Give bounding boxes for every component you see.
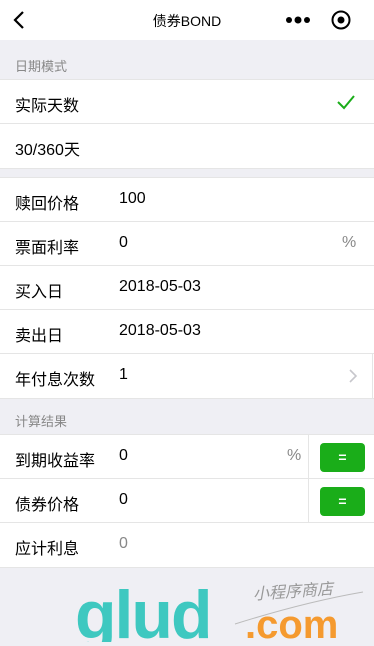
payments-per-year-picker[interactable]: 1 [119, 366, 128, 384]
check-icon [337, 95, 355, 110]
glud-watermark-logo: glud .com 小程序商店 [75, 577, 364, 642]
close-miniprogram-icon[interactable] [330, 9, 352, 31]
sell-date-picker[interactable]: 2018-05-03 [119, 322, 201, 340]
field-label: 债券价格 [15, 497, 80, 514]
date-mode-option-actual[interactable]: 实际天数 [0, 80, 374, 124]
option-label: 实际天数 [15, 98, 80, 115]
buy-date-picker[interactable]: 2018-05-03 [119, 278, 201, 296]
date-mode-header: 日期模式 [15, 59, 68, 74]
field-label: 年付息次数 [15, 372, 96, 389]
results-header: 计算结果 [15, 414, 68, 429]
divider [372, 354, 373, 398]
sell-date-row[interactable]: 卖出日 2018-05-03 [0, 310, 374, 354]
accrued-interest-value: 0 [119, 535, 128, 552]
bond-price-row: 债券价格 0 = [0, 479, 374, 523]
calculate-bond-price-button[interactable]: = [320, 487, 365, 516]
svg-text:glud: glud [75, 577, 211, 642]
more-options-icon[interactable] [284, 12, 312, 28]
date-mode-option-30-360[interactable]: 30/360天 [0, 124, 374, 168]
redemption-price-input[interactable]: 100 [119, 190, 146, 208]
results-list: 到期收益率 0 % = 债券价格 0 = 应计利息 0 [0, 434, 374, 568]
coupon-rate-row: 票面利率 0 % [0, 222, 374, 266]
redemption-price-row: 赎回价格 100 [0, 178, 374, 222]
field-label: 票面利率 [15, 240, 80, 257]
field-label: 买入日 [15, 284, 64, 301]
percent-unit: % [342, 234, 357, 251]
percent-unit: % [287, 447, 302, 464]
input-form: 赎回价格 100 票面利率 0 % 买入日 2018-05-03 卖出日 201… [0, 177, 374, 399]
svg-text:.com: .com [245, 603, 338, 642]
field-label: 到期收益率 [15, 453, 96, 470]
field-label: 卖出日 [15, 328, 64, 345]
divider [308, 435, 309, 478]
buy-date-row[interactable]: 买入日 2018-05-03 [0, 266, 374, 310]
chevron-right-icon [349, 369, 358, 383]
ytm-row: 到期收益率 0 % = [0, 435, 374, 479]
field-label: 应计利息 [15, 541, 80, 558]
payments-per-year-row[interactable]: 年付息次数 1 [0, 354, 374, 398]
navigation-bar: 债券BOND [0, 0, 374, 40]
field-label: 赎回价格 [15, 196, 80, 213]
bond-price-input[interactable]: 0 [119, 491, 128, 509]
date-mode-options: 实际天数 30/360天 [0, 79, 374, 169]
page-title: 债券BOND [152, 13, 222, 29]
divider [308, 479, 309, 522]
ytm-input[interactable]: 0 [119, 447, 128, 465]
coupon-rate-input[interactable]: 0 [119, 234, 128, 252]
accrued-interest-row: 应计利息 0 [0, 523, 374, 567]
calculate-ytm-button[interactable]: = [320, 443, 365, 472]
option-label: 30/360天 [15, 142, 80, 159]
